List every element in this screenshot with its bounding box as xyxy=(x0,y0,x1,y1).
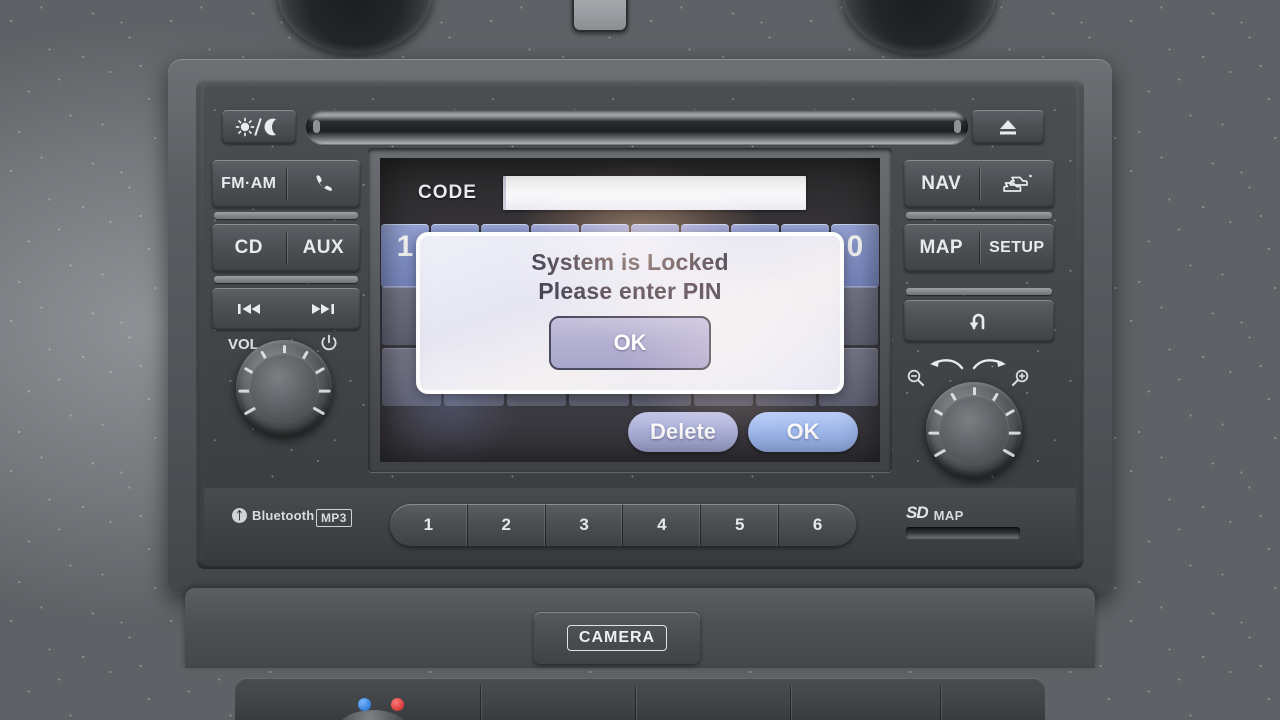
sd-logo: SD MAP xyxy=(906,503,964,523)
key-gap xyxy=(906,288,1052,295)
eject-icon xyxy=(997,117,1019,137)
day-night-display-button[interactable] xyxy=(222,110,296,144)
key-gap xyxy=(214,276,358,283)
map-zoom-knob[interactable] xyxy=(926,382,1022,478)
cold-indicator-dot xyxy=(358,698,371,711)
cd-disc-slot[interactable] xyxy=(306,110,968,144)
preset-button-4[interactable]: 4 xyxy=(623,504,702,546)
dialog-ok-button[interactable]: OK xyxy=(549,316,711,370)
map-setup-button-pair[interactable]: MAP SETUP xyxy=(904,224,1054,272)
track-skip-button-pair[interactable] xyxy=(212,288,360,330)
sd-map-label: MAP xyxy=(933,508,964,523)
fm-am-phone-button-pair[interactable]: FM·AM xyxy=(212,160,360,208)
rotate-left-arrow-icon xyxy=(928,356,964,372)
code-entry-row: CODE xyxy=(380,170,880,216)
previous-track-icon[interactable] xyxy=(212,288,286,330)
phone-icon[interactable] xyxy=(287,160,361,208)
preset-button-5[interactable]: 5 xyxy=(701,504,780,546)
sidebar-item-aux[interactable]: AUX xyxy=(287,224,361,272)
bluetooth-icon: ᛏ xyxy=(232,508,247,523)
sd-card-slot[interactable] xyxy=(906,527,1020,538)
screenshot-root: FM·AM CD AUX VOL NAV MAP SETUP CODE 1 0 … xyxy=(0,0,1280,720)
bluetooth-logo: ᛏ Bluetooth xyxy=(232,508,314,523)
hot-indicator-dot xyxy=(391,698,404,711)
sd-card-area: SD MAP xyxy=(906,503,1026,547)
ok-button[interactable]: OK xyxy=(748,412,858,452)
rotate-right-arrow-icon xyxy=(972,356,1008,372)
panel-divider xyxy=(940,686,941,720)
code-label: CODE xyxy=(418,182,477,203)
system-locked-dialog: System is Locked Please enter PIN OK xyxy=(416,232,844,394)
camera-button[interactable]: CAMERA xyxy=(534,612,700,664)
panel-divider xyxy=(790,686,791,720)
preset-button-2[interactable]: 2 xyxy=(468,504,546,546)
knob-face xyxy=(939,395,1009,465)
nav-traffic-button-pair[interactable]: NAV xyxy=(904,160,1054,208)
key-gap xyxy=(906,212,1052,219)
back-arrow-icon xyxy=(965,310,993,332)
sidebar-item-fm-am[interactable]: FM·AM xyxy=(212,160,286,208)
infotainment-display[interactable]: CODE 1 0 Delete OK System is Locked Plea… xyxy=(380,158,880,462)
dialog-message-line2: Please enter PIN xyxy=(538,278,722,304)
mp3-badge: MP3 xyxy=(316,509,352,527)
preset-button-row[interactable]: 1 2 3 4 5 6 xyxy=(390,504,856,546)
camera-button-label: CAMERA xyxy=(566,625,668,651)
zoom-in-icon xyxy=(1010,368,1030,388)
volume-knob[interactable] xyxy=(236,340,332,436)
sidebar-item-setup[interactable]: SETUP xyxy=(980,224,1055,272)
preset-button-1[interactable]: 1 xyxy=(390,504,468,546)
preset-button-6[interactable]: 6 xyxy=(779,504,856,546)
traffic-cars-icon[interactable] xyxy=(980,160,1055,208)
back-button[interactable] xyxy=(904,300,1054,342)
zoom-out-icon xyxy=(906,368,926,388)
sidebar-item-nav[interactable]: NAV xyxy=(904,160,979,208)
dialog-message-line1: System is Locked xyxy=(531,249,729,275)
hazard-light-button[interactable] xyxy=(572,0,628,32)
sd-icon: SD xyxy=(906,503,929,522)
sidebar-item-map[interactable]: MAP xyxy=(904,224,979,272)
eject-button[interactable] xyxy=(972,110,1044,144)
delete-button[interactable]: Delete xyxy=(628,412,738,452)
bluetooth-label: Bluetooth xyxy=(252,508,315,523)
next-track-icon[interactable] xyxy=(286,288,360,330)
sidebar-item-cd[interactable]: CD xyxy=(212,224,286,272)
sun-moon-icon xyxy=(233,117,285,137)
code-input[interactable] xyxy=(502,176,806,210)
preset-button-3[interactable]: 3 xyxy=(546,504,624,546)
cd-aux-button-pair[interactable]: CD AUX xyxy=(212,224,360,272)
panel-divider xyxy=(480,686,481,720)
key-gap xyxy=(214,212,358,219)
panel-divider xyxy=(635,686,636,720)
knob-face xyxy=(249,353,319,423)
power-icon xyxy=(320,334,338,352)
